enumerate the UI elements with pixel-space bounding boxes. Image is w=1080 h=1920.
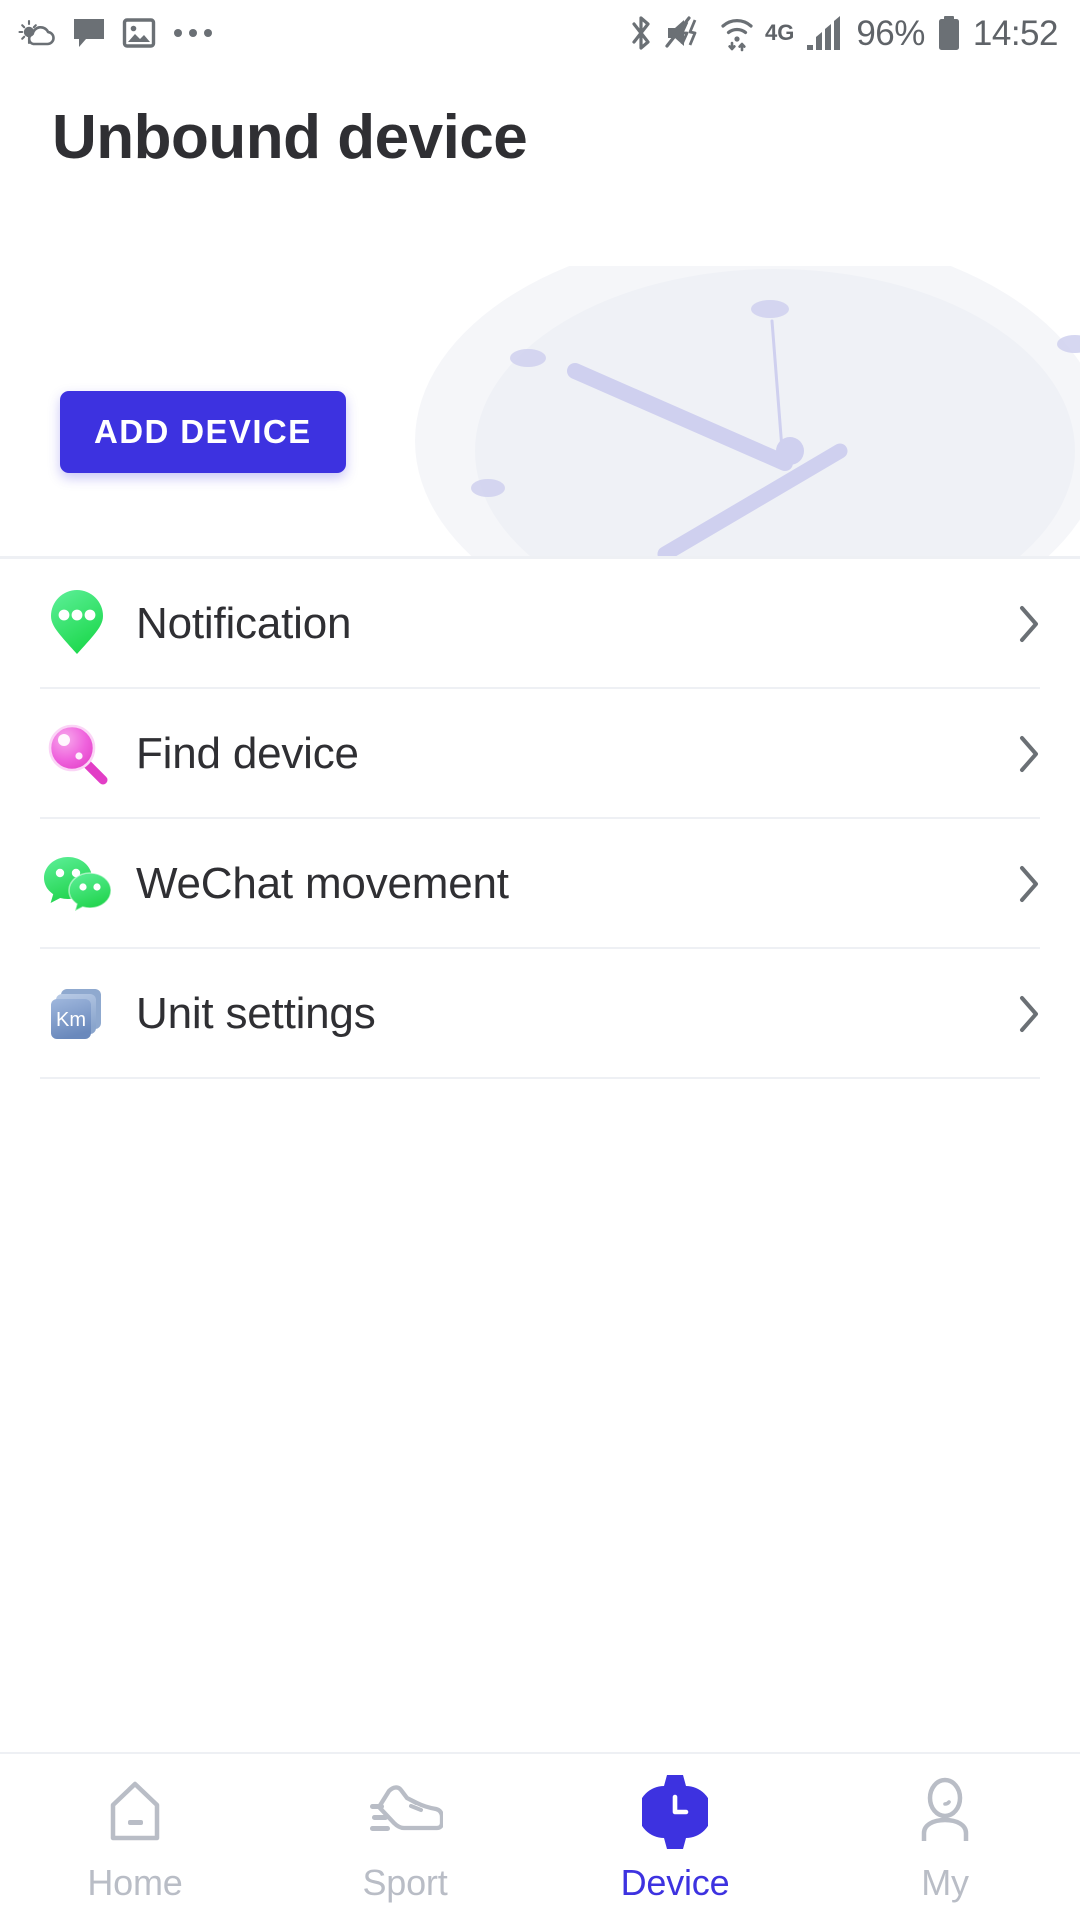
tab-home[interactable]: Home <box>0 1754 270 1920</box>
home-icon <box>102 1773 168 1851</box>
battery-percent-label: 96% <box>856 13 925 53</box>
tab-label: Sport <box>362 1862 448 1903</box>
more-dots-icon <box>174 29 212 37</box>
status-bar: 4G 96% 14:52 <box>0 0 1080 66</box>
list-item-label: Unit settings <box>136 989 376 1038</box>
tab-label: Home <box>87 1862 183 1903</box>
list-item-wechat-movement[interactable]: WeChat movement <box>0 819 1080 949</box>
clock-label: 14:52 <box>972 13 1059 53</box>
smartwatch-icon <box>642 1773 708 1851</box>
status-bar-right-icons: 4G 96% 14:52 <box>628 13 1059 53</box>
page-title: Unbound device <box>52 103 528 172</box>
unit-km-text: Km <box>56 1009 86 1031</box>
battery-icon <box>938 16 959 50</box>
unit-km-cards-icon: Km <box>40 981 114 1047</box>
watch-face-illustration <box>415 266 1080 556</box>
device-hero-section: Unbound device ADD DEVICE <box>0 66 1080 556</box>
bottom-navigation-bar: Home Sport Device My <box>0 1752 1080 1920</box>
chevron-right-icon <box>1002 603 1042 645</box>
running-shoe-icon <box>367 1773 443 1851</box>
chevron-right-icon <box>1002 733 1042 775</box>
status-bar-left-icons <box>18 16 212 50</box>
list-item-label: Find device <box>136 729 359 778</box>
mute-vibrate-icon <box>665 16 697 48</box>
tab-label: Device <box>620 1862 730 1903</box>
weather-cloud-sun-icon <box>18 19 55 46</box>
bluetooth-icon <box>632 16 650 50</box>
network-type-label: 4G <box>764 20 795 45</box>
chevron-right-icon <box>1002 993 1042 1035</box>
list-item-label: WeChat movement <box>136 859 509 908</box>
tab-device[interactable]: Device <box>540 1754 810 1920</box>
notification-bubble-icon <box>40 590 114 658</box>
list-item-find-device[interactable]: Find device <box>0 689 1080 819</box>
tab-my[interactable]: My <box>810 1754 1080 1920</box>
magnifier-find-icon <box>40 720 114 788</box>
chevron-right-icon <box>1002 863 1042 905</box>
list-item-notification[interactable]: Notification <box>0 559 1080 689</box>
list-item-label: Notification <box>136 599 352 648</box>
wechat-logo-icon <box>40 853 114 915</box>
add-device-button[interactable]: ADD DEVICE <box>60 391 346 473</box>
tab-sport[interactable]: Sport <box>270 1754 540 1920</box>
tab-label: My <box>921 1862 969 1903</box>
device-settings-list: Notification Find device WeChat movement… <box>0 556 1080 1752</box>
person-icon <box>912 1773 978 1851</box>
list-item-unit-settings[interactable]: Km Unit settings <box>0 949 1080 1079</box>
message-bubble-icon <box>74 19 104 47</box>
app-screen: 4G 96% 14:52 Unbound device ADD DEVICE N… <box>0 0 1080 1920</box>
signal-bars-icon <box>807 16 841 50</box>
photo-image-icon <box>122 18 156 48</box>
wifi-icon <box>721 19 753 52</box>
